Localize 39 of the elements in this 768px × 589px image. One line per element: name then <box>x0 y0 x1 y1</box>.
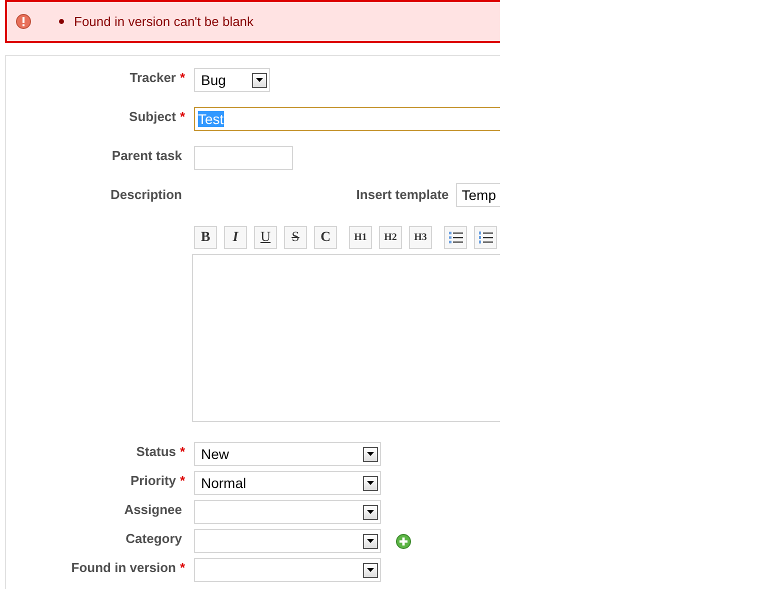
required-mark: * <box>180 444 186 459</box>
field-label: Priority <box>130 473 176 488</box>
error-message: Found in version can't be blank <box>74 14 254 29</box>
heading-button[interactable]: H3 <box>409 226 432 249</box>
field-label: Category <box>126 531 182 546</box>
heading-button[interactable]: H1 <box>349 226 372 249</box>
dropdown-field[interactable] <box>194 529 381 553</box>
dropdown-field[interactable] <box>194 500 381 524</box>
text-field[interactable] <box>194 146 293 170</box>
bullet-list-button[interactable] <box>444 226 467 249</box>
required-mark: * <box>180 109 186 124</box>
required-mark: * <box>180 70 186 85</box>
numbered-list-icon <box>478 231 492 244</box>
template-label: Insert template <box>356 186 449 202</box>
dropdown-field[interactable]: New <box>194 442 381 466</box>
dropdown-field[interactable]: Bug <box>194 68 270 92</box>
field-label: Tracker <box>130 70 176 85</box>
code-button[interactable]: C <box>314 226 337 249</box>
bold-button[interactable]: B <box>194 226 217 249</box>
field-label: Status <box>136 444 176 459</box>
field-label: Subject <box>129 109 176 124</box>
add-icon[interactable] <box>396 534 411 548</box>
dropdown-field[interactable] <box>194 558 381 582</box>
field-label: Description <box>110 187 182 204</box>
underline-button[interactable]: U <box>254 226 277 249</box>
required-mark: * <box>180 473 186 488</box>
field-label: Parent task <box>112 148 182 163</box>
template-dropdown[interactable]: Temp <box>456 183 500 207</box>
required-mark: * <box>180 560 186 575</box>
strikethrough-button[interactable]: S <box>284 226 307 249</box>
bullet-icon <box>59 19 64 24</box>
dropdown-field[interactable]: Normal <box>194 471 381 495</box>
bullet-list-icon <box>448 231 462 244</box>
italic-button[interactable]: I <box>224 226 247 249</box>
field-label: Assignee <box>124 502 182 517</box>
heading-button[interactable]: H2 <box>379 226 402 249</box>
numbered-list-button[interactable] <box>474 226 497 249</box>
field-label: Found in version <box>71 560 176 575</box>
error-icon <box>16 14 31 29</box>
